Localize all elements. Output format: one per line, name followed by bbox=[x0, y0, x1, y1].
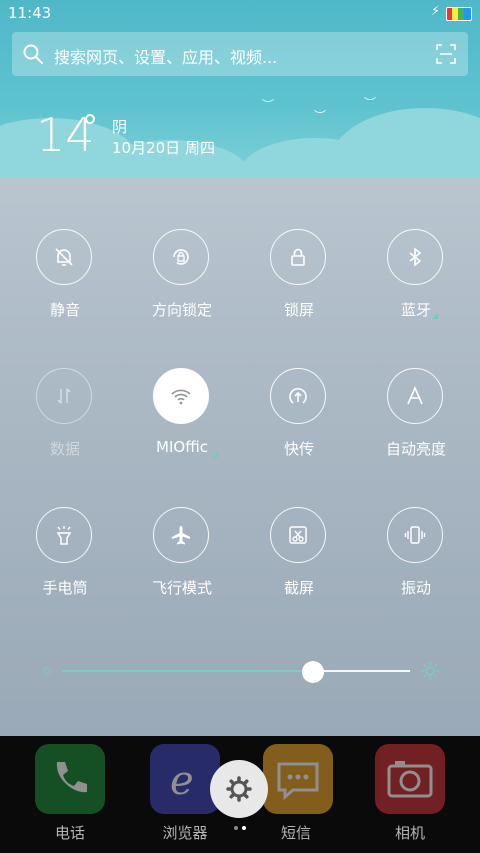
toggle-flashlight[interactable]: 手电筒 bbox=[5, 507, 125, 617]
brightness-track-filled bbox=[62, 670, 313, 672]
toggle-label: 蓝牙 bbox=[400, 301, 431, 319]
wifi-icon bbox=[153, 368, 209, 424]
airplane-icon bbox=[153, 507, 209, 563]
toggle-lock-screen[interactable]: 锁屏 bbox=[239, 229, 359, 339]
toggle-label: 飞行模式 bbox=[151, 579, 212, 597]
svg-text:e: e bbox=[170, 758, 194, 804]
transfer-icon bbox=[270, 368, 326, 424]
search-icon bbox=[23, 44, 43, 64]
mobile-data-icon bbox=[36, 368, 92, 424]
scan-icon[interactable] bbox=[436, 44, 456, 64]
page-dot-active bbox=[242, 826, 246, 830]
phone-icon bbox=[56, 762, 87, 793]
app-camera[interactable] bbox=[375, 744, 445, 814]
bird-decoration: ︶ bbox=[364, 96, 377, 110]
auto-brightness-icon bbox=[387, 368, 443, 424]
status-time: 11:43 bbox=[8, 4, 52, 22]
toggle-label: 手电筒 bbox=[42, 579, 88, 597]
toggle-label: MIOffic bbox=[156, 438, 208, 456]
more-indicator bbox=[212, 452, 218, 458]
toggle-label: 数据 bbox=[49, 440, 80, 458]
brightness-thumb[interactable] bbox=[301, 661, 324, 683]
vibrate-icon bbox=[387, 507, 443, 563]
page-dot bbox=[234, 826, 238, 830]
bird-decoration: ︶ bbox=[314, 109, 327, 123]
toggle-label: 振动 bbox=[400, 579, 431, 597]
search-input[interactable]: 搜索网页、设置、应用、视频... bbox=[54, 44, 277, 68]
date-text: 10月20日 周四 bbox=[112, 139, 215, 157]
toggle-rotation-lock[interactable]: 方向锁定 bbox=[122, 229, 242, 339]
camera-icon bbox=[387, 761, 433, 798]
toggle-mobile-data[interactable]: 数据 bbox=[5, 368, 125, 478]
page-indicator bbox=[232, 826, 252, 832]
toggle-wifi[interactable]: MIOffic bbox=[122, 368, 242, 478]
toggle-auto-brightness[interactable]: 自动亮度 bbox=[356, 368, 476, 478]
message-icon bbox=[277, 762, 319, 801]
brightness-low-icon bbox=[43, 667, 51, 675]
app-messages[interactable] bbox=[263, 744, 333, 814]
charging-icon: ⚡ bbox=[430, 4, 440, 19]
bluetooth-icon bbox=[387, 229, 443, 285]
rotation-lock-icon bbox=[153, 229, 209, 285]
toggle-label: 截屏 bbox=[283, 579, 314, 597]
toggle-label: 快传 bbox=[283, 440, 314, 458]
app-label: 短信 bbox=[280, 824, 311, 842]
toggle-label: 自动亮度 bbox=[385, 440, 446, 458]
toggle-silent[interactable]: 静音 bbox=[5, 229, 125, 339]
app-label: 电话 bbox=[54, 824, 85, 842]
toggle-airplane-mode[interactable]: 飞行模式 bbox=[122, 507, 242, 617]
degree-sign: ° bbox=[82, 108, 98, 146]
toggle-quick-transfer[interactable]: 快传 bbox=[239, 368, 359, 478]
more-indicator bbox=[432, 313, 438, 319]
bell-off-icon bbox=[36, 229, 92, 285]
app-label: 浏览器 bbox=[162, 824, 208, 842]
search-bar[interactable]: 搜索网页、设置、应用、视频... bbox=[12, 32, 468, 76]
quick-settings-panel: 静音 方向锁定 锁屏 蓝牙 数据 MIOffic 快传 自动亮度 手电筒 飞行模… bbox=[0, 178, 480, 736]
gear-icon bbox=[226, 776, 252, 802]
toggle-vibrate[interactable]: 振动 bbox=[356, 507, 476, 617]
brightness-high-icon bbox=[421, 662, 439, 680]
flashlight-icon bbox=[36, 507, 92, 563]
toggle-bluetooth[interactable]: 蓝牙 bbox=[356, 229, 476, 339]
toggle-label: 方向锁定 bbox=[151, 301, 212, 319]
weather-condition: 阴 bbox=[112, 118, 128, 136]
toggle-screenshot[interactable]: 截屏 bbox=[239, 507, 359, 617]
bird-decoration: ︶ bbox=[262, 98, 275, 112]
settings-button[interactable] bbox=[210, 760, 268, 818]
status-bar: 11:43 ⚡ bbox=[0, 0, 480, 26]
app-phone[interactable] bbox=[35, 744, 105, 814]
battery-icon bbox=[446, 7, 472, 21]
weather-header: ︶ ︶ ︶ 11:43 ⚡ 搜索网页、设置、应用、视频... 14 ° 阴 10… bbox=[0, 0, 480, 178]
toggle-label: 锁屏 bbox=[283, 301, 314, 319]
toggle-label: 静音 bbox=[49, 301, 80, 319]
brightness-slider[interactable] bbox=[40, 661, 440, 683]
lock-icon bbox=[270, 229, 326, 285]
screenshot-icon bbox=[270, 507, 326, 563]
brightness-track bbox=[312, 670, 410, 672]
app-label: 相机 bbox=[394, 824, 425, 842]
